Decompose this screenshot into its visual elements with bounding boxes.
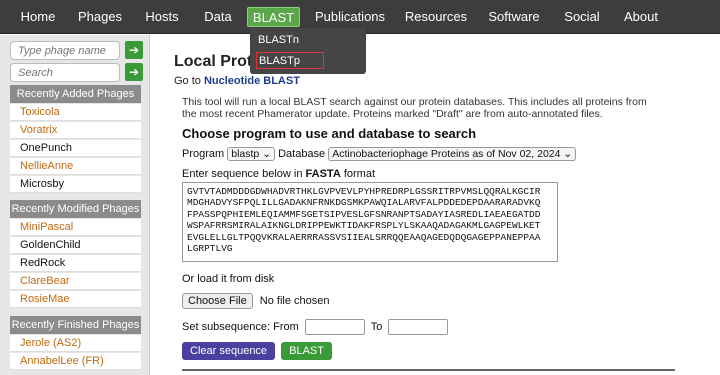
phage-link-redrock[interactable]: RedRock [10, 255, 141, 272]
phage-name-input[interactable] [10, 41, 120, 60]
dropdown-item-blastp[interactable]: BLASTp [256, 52, 324, 69]
chevron-down-icon: ⌄ [262, 148, 272, 160]
subsequence-to-input[interactable] [388, 319, 449, 335]
load-from-disk-label: Or load it from disk [182, 273, 275, 285]
description-text: This tool will run a local BLAST search … [182, 96, 647, 120]
fasta-label-bold: FASTA [305, 168, 341, 180]
chevron-down-icon: ⌄ [563, 148, 573, 160]
nav-about[interactable]: About [620, 0, 662, 34]
sidebar: ➔ ➔ Recently Added Phages Toxicola Vorat… [0, 35, 150, 375]
phage-link-toxicola[interactable]: Toxicola [10, 104, 141, 121]
blast-dropdown-menu: BLASTn BLASTp [250, 28, 366, 74]
file-row: Choose File No file chosen [182, 293, 329, 309]
phage-link-voratrix[interactable]: Voratrix [10, 122, 141, 139]
nav-phages[interactable]: Phages [74, 0, 126, 34]
phage-link-onepunch[interactable]: OnePunch [10, 140, 141, 157]
fasta-label-pre: Enter sequence below in [182, 168, 303, 180]
nav-resources[interactable]: Resources [403, 0, 469, 34]
phage-link-jerole[interactable]: Jerole (AS2) [10, 335, 141, 352]
divider [182, 369, 675, 371]
program-value: blastp [231, 148, 260, 160]
nav-software[interactable]: Software [485, 0, 543, 34]
phage-link-microsby[interactable]: Microsby [10, 176, 141, 193]
program-select[interactable]: blastp ⌄ [227, 147, 276, 161]
goto-line: Go to Nucleotide BLAST [174, 75, 300, 87]
main-content: Local Prot Go to Nucleotide BLAST This t… [162, 35, 720, 375]
subsequence-row: Set subsequence: From To [182, 319, 451, 335]
choose-file-button[interactable]: Choose File [182, 293, 253, 309]
nav-hosts[interactable]: Hosts [138, 0, 186, 34]
phage-link-rosiemae[interactable]: RosieMae [10, 291, 141, 308]
button-row: Clear sequence BLAST [182, 342, 335, 360]
database-select[interactable]: Actinobacteriophage Proteins as of Nov 0… [328, 147, 577, 161]
phage-link-nellieanne[interactable]: NellieAnne [10, 158, 141, 175]
page-title: Local Prot [174, 53, 253, 70]
nav-home[interactable]: Home [10, 0, 66, 34]
program-label: Program [182, 147, 225, 160]
fasta-label-post: format [343, 168, 376, 180]
phage-link-clarebear[interactable]: ClareBear [10, 273, 141, 290]
recently-finished-header: Recently Finished Phages [10, 316, 141, 334]
section-title: Choose program to use and database to se… [182, 126, 477, 141]
phage-go-button[interactable]: ➔ [125, 41, 143, 59]
phage-link-goldenchild[interactable]: GoldenChild [10, 237, 141, 254]
sequence-textarea[interactable]: GVTVTADMDDDGDWHADVRTHKLGVPVEVLPYHPREDRPL… [182, 182, 558, 262]
arrow-right-icon: ➔ [128, 65, 140, 79]
phage-link-annabellee[interactable]: AnnabelLee (FR) [10, 353, 141, 370]
blast-submit-button[interactable]: BLAST [281, 342, 332, 360]
subsequence-to-label: To [370, 320, 383, 333]
recently-added-header: Recently Added Phages [10, 85, 141, 103]
search-go-button[interactable]: ➔ [125, 63, 143, 81]
recently-modified-header: Recently Modified Phages [10, 200, 141, 218]
search-input[interactable] [10, 63, 120, 82]
nav-social[interactable]: Social [560, 0, 604, 34]
arrow-right-icon: ➔ [128, 43, 140, 57]
dropdown-item-blastn[interactable]: BLASTn [256, 32, 324, 49]
fasta-instruction: Enter sequence below in FASTA format [182, 168, 375, 180]
clear-sequence-button[interactable]: Clear sequence [182, 342, 276, 360]
subsequence-from-input[interactable] [304, 319, 365, 335]
nucleotide-blast-link[interactable]: Nucleotide BLAST [204, 75, 300, 87]
subsequence-from-label: Set subsequence: From [182, 320, 299, 333]
nav-blast[interactable]: BLAST [247, 7, 300, 27]
program-row: Program blastp ⌄ Database Actinobacterio… [182, 147, 577, 161]
goto-prefix: Go to [174, 75, 201, 87]
no-file-label: No file chosen [259, 295, 330, 307]
database-label: Database [278, 147, 326, 160]
nav-data[interactable]: Data [198, 0, 238, 34]
database-value: Actinobacteriophage Proteins as of Nov 0… [332, 148, 561, 160]
phage-link-minipascal[interactable]: MiniPascal [10, 219, 141, 236]
